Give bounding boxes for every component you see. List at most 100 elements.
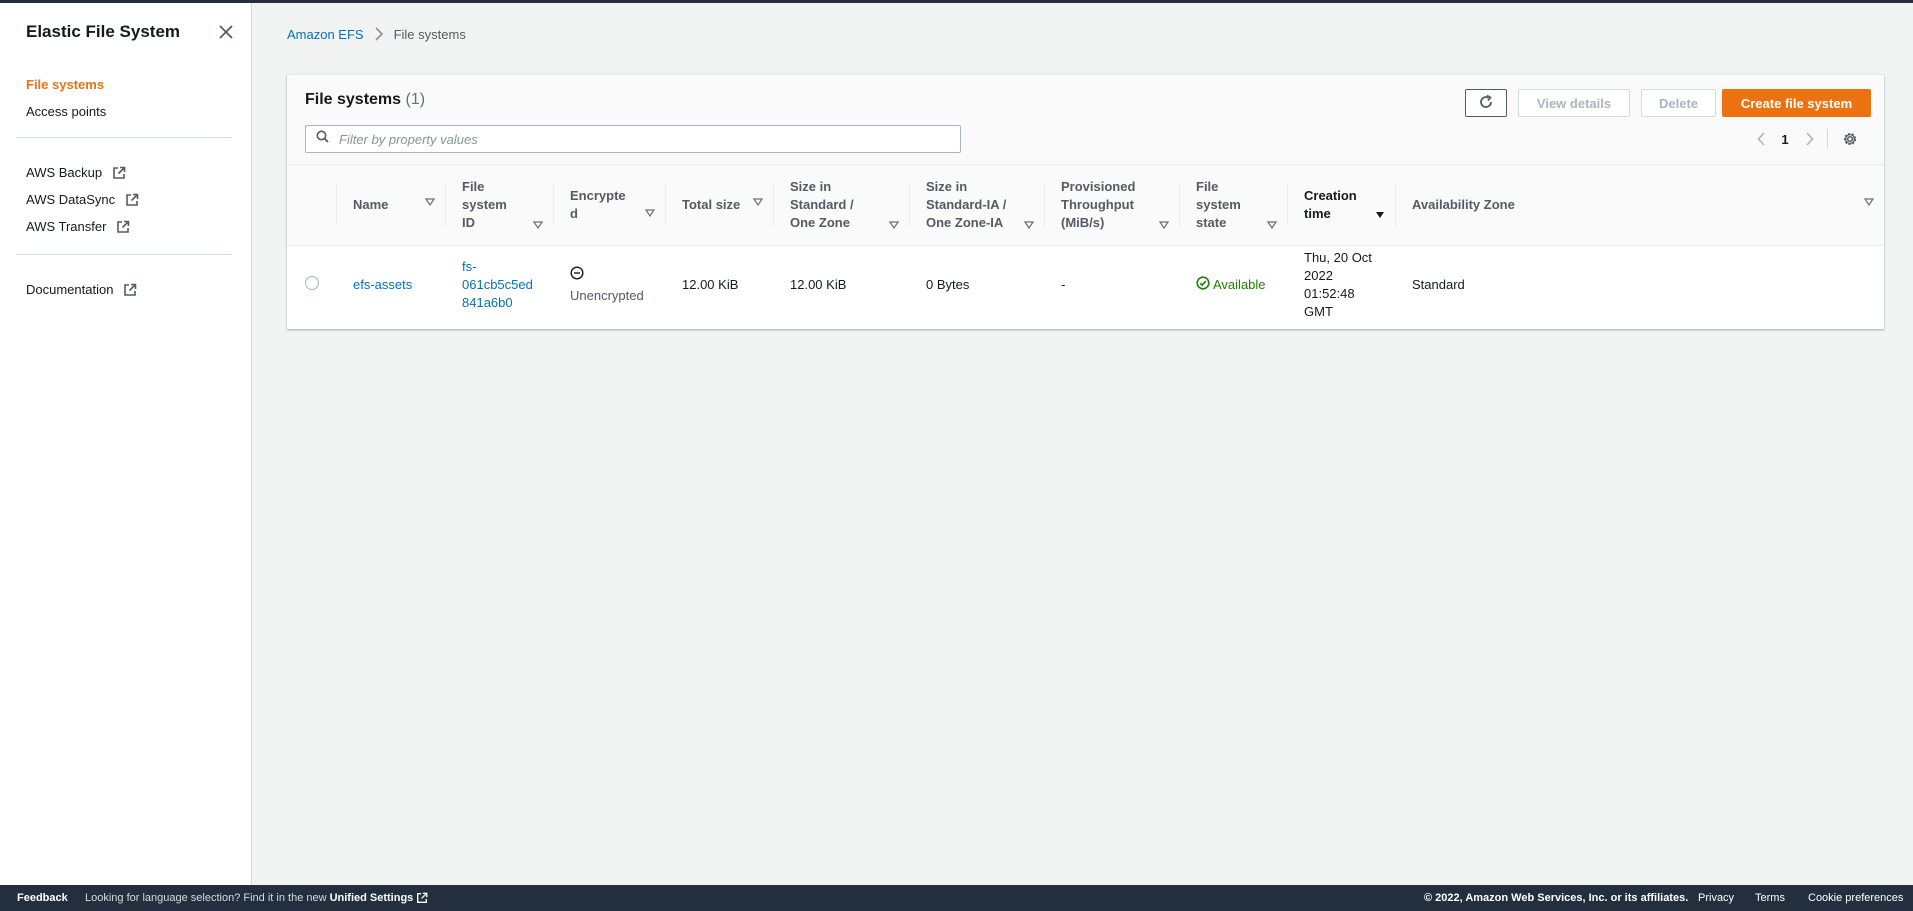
file-systems-table: Name File system ID Encrypte d Total siz… (287, 165, 1884, 325)
external-link-icon (416, 892, 428, 904)
row-select (287, 245, 336, 325)
pager-divider (1827, 129, 1828, 149)
header-name[interactable]: Name (336, 165, 445, 246)
sort-icon[interactable] (645, 208, 655, 217)
sort-icon[interactable] (1159, 220, 1169, 229)
sort-descending-icon[interactable] (1375, 211, 1385, 219)
status-text: Available (1213, 277, 1266, 293)
breadcrumb: Amazon EFS File systems (287, 24, 466, 44)
cell-name: efs-assets (336, 245, 445, 325)
page-number[interactable]: 1 (1773, 132, 1797, 147)
header-total-size[interactable]: Total size (665, 165, 773, 246)
search-field (305, 125, 961, 153)
cell-size-standard-ia: 0 Bytes (926, 277, 970, 293)
cookie-preferences-link[interactable]: Cookie preferences (1808, 892, 1903, 904)
cell-total-size: 12.00 KiB (682, 277, 739, 293)
sort-icon[interactable] (533, 220, 543, 229)
sort-icon[interactable] (1024, 220, 1034, 229)
sort-icon[interactable] (1864, 198, 1874, 206)
sidebar-item-label: AWS DataSync (26, 192, 116, 207)
sidebar-title: Elastic File System (26, 22, 181, 41)
feedback-button[interactable]: Feedback (17, 892, 68, 904)
breadcrumb-current: File systems (393, 26, 466, 42)
panel-count: (1) (405, 91, 426, 108)
sidebar-item-label: Documentation (26, 282, 114, 297)
panel-header: File systems (1) View details Delete Cre… (287, 75, 1884, 165)
header-file-system-state[interactable]: File system state (1179, 165, 1287, 246)
gear-icon[interactable] (1838, 127, 1862, 151)
external-link-icon (123, 283, 137, 297)
search-icon (316, 130, 329, 148)
chevron-right-icon[interactable] (1797, 127, 1821, 151)
chevron-right-icon (374, 27, 384, 41)
external-link-icon (116, 220, 130, 234)
cell-file-system-id: fs- 061cb5c5ed 841a6b0 (445, 245, 553, 325)
language-notice-text: Looking for language selection? Find it … (85, 892, 327, 904)
sidebar-nav: File systems Access points (26, 71, 236, 125)
chevron-left-icon[interactable] (1749, 127, 1773, 151)
sort-icon[interactable] (889, 220, 899, 229)
header-file-system-id[interactable]: File system ID (445, 165, 553, 246)
view-details-button[interactable]: View details (1518, 89, 1630, 117)
encryption-status: Unencrypted (570, 287, 644, 303)
privacy-link[interactable]: Privacy (1698, 892, 1734, 904)
sidebar-docs: Documentation (26, 276, 236, 303)
sidebar-divider (16, 254, 232, 255)
external-link-icon (112, 166, 126, 180)
table-header-row: Name File system ID Encrypte d Total siz… (287, 165, 1884, 246)
header-size-standard[interactable]: Size in Standard / One Zone (773, 165, 909, 246)
cell-availability-zone: Standard (1412, 277, 1465, 293)
refresh-icon (1478, 94, 1494, 113)
sidebar-item-aws-transfer[interactable]: AWS Transfer (26, 213, 236, 240)
pagination: 1 (1749, 125, 1862, 153)
breadcrumb-amazon-efs[interactable]: Amazon EFS (287, 27, 364, 42)
file-systems-panel: File systems (1) View details Delete Cre… (287, 75, 1884, 329)
terms-link[interactable]: Terms (1755, 892, 1785, 904)
sidebar-external-links: AWS Backup AWS DataSync AWS Transfer (26, 159, 236, 240)
header-provisioned-throughput[interactable]: Provisioned Throughput (MiB/s) (1044, 165, 1179, 246)
table-row[interactable]: efs-assets fs- 061cb5c5ed 841a6b0 Unencr… (287, 245, 1884, 325)
status-badge: Available (1196, 276, 1271, 295)
cell-provisioned-throughput: - (1061, 277, 1066, 293)
minus-circle-icon (570, 266, 649, 285)
search-input[interactable] (337, 130, 937, 148)
header-availability-zone[interactable]: Availability Zone (1395, 165, 1884, 246)
refresh-button[interactable] (1465, 89, 1507, 117)
cell-encrypted: Unencrypted (553, 245, 665, 325)
delete-button[interactable]: Delete (1641, 89, 1716, 117)
header-select (287, 165, 336, 246)
sort-icon[interactable] (753, 198, 763, 206)
header-encrypted[interactable]: Encrypte d (553, 165, 665, 246)
sidebar-item-label: AWS Backup (26, 165, 103, 180)
sort-icon[interactable] (425, 198, 435, 206)
panel-title: File systems (1) (305, 91, 425, 109)
cell-size-standard: 12.00 KiB (790, 277, 847, 293)
sidebar-divider (16, 137, 232, 138)
header-size-standard-ia[interactable]: Size in Standard-IA / One Zone-IA (909, 165, 1044, 246)
sidebar-item-file-systems[interactable]: File systems (26, 71, 236, 98)
create-file-system-button[interactable]: Create file system (1722, 89, 1871, 117)
sort-icon[interactable] (1267, 220, 1277, 229)
unified-settings-link[interactable]: Unified Settings (330, 892, 429, 904)
sidebar-item-documentation[interactable]: Documentation (26, 276, 236, 303)
external-link-icon (125, 193, 139, 207)
sidebar-item-aws-backup[interactable]: AWS Backup (26, 159, 236, 186)
close-icon[interactable] (216, 22, 236, 42)
row-radio[interactable] (305, 275, 319, 290)
footer: Feedback Looking for language selection?… (0, 885, 1913, 911)
top-strip (0, 0, 1913, 3)
side-navigation: Elastic File System File systems Access … (0, 3, 252, 885)
cell-file-system-state: Available (1179, 245, 1287, 325)
language-notice: Looking for language selection? Find it … (85, 892, 428, 904)
header-creation-time[interactable]: Creation time (1287, 165, 1395, 246)
file-system-name-link[interactable]: efs-assets (353, 277, 412, 292)
sidebar-header: Elastic File System (26, 19, 236, 45)
cell-creation-time: Thu, 20 Oct 2022 01:52:48 GMT (1304, 250, 1372, 320)
check-circle-icon (1196, 276, 1213, 295)
file-system-id-link[interactable]: fs- 061cb5c5ed 841a6b0 (462, 258, 537, 312)
sidebar-item-access-points[interactable]: Access points (26, 98, 236, 125)
sidebar-item-label: AWS Transfer (26, 219, 107, 234)
panel-title-text: File systems (305, 91, 402, 108)
copyright: © 2022, Amazon Web Services, Inc. or its… (1424, 892, 1689, 904)
sidebar-item-aws-datasync[interactable]: AWS DataSync (26, 186, 236, 213)
